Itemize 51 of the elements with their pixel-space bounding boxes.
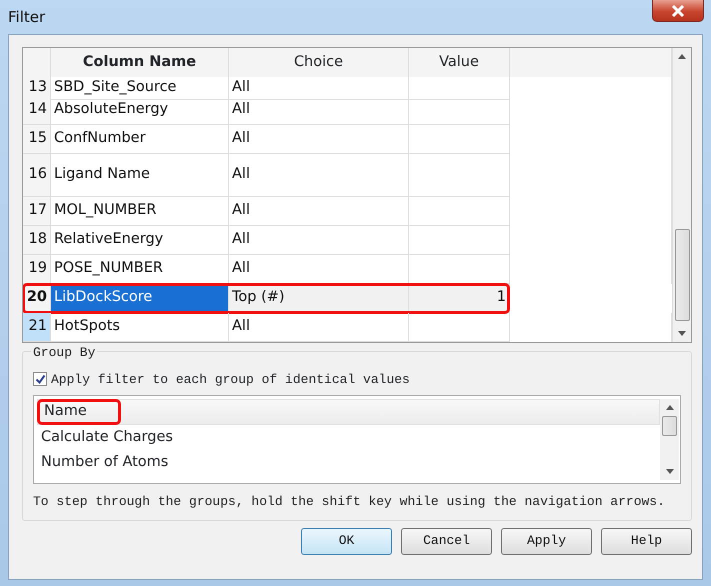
table-cell[interactable]: All <box>229 226 409 255</box>
table-cell[interactable]: MOL_NUMBER <box>51 197 229 226</box>
table-cell[interactable]: All <box>229 154 409 197</box>
column-header[interactable]: Column Name <box>51 48 229 77</box>
scroll-down-icon[interactable] <box>678 331 686 336</box>
table-cell[interactable]: RelativeEnergy <box>51 226 229 255</box>
list-header[interactable]: Name <box>38 400 120 424</box>
row-number[interactable]: 18 <box>23 226 51 255</box>
table-cell[interactable]: LibDockScore <box>51 284 229 313</box>
table-cell[interactable]: All <box>229 313 409 342</box>
scroll-up-icon[interactable] <box>678 54 686 59</box>
row-number[interactable]: 20 <box>23 284 51 313</box>
list-scrollbar[interactable] <box>660 399 679 480</box>
close-button[interactable] <box>652 0 704 22</box>
table-cell[interactable]: HotSpots <box>51 313 229 342</box>
table-cell[interactable]: All <box>229 255 409 284</box>
scroll-down-icon[interactable] <box>666 469 674 474</box>
scroll-thumb[interactable] <box>662 416 677 436</box>
row-number[interactable]: 14 <box>23 96 51 125</box>
row-number[interactable]: 21 <box>23 313 51 342</box>
window-title: Filter <box>8 7 46 28</box>
list-item[interactable]: Calculate Charges <box>37 425 660 450</box>
table-cell[interactable]: Top (#) <box>229 284 409 313</box>
list-item[interactable]: Number of Atoms <box>37 450 660 475</box>
table-cell[interactable]: Ligand Name <box>51 154 229 197</box>
row-number[interactable]: 15 <box>23 125 51 154</box>
dialog-button[interactable]: Apply <box>501 528 592 554</box>
table-cell[interactable]: All <box>229 96 409 125</box>
scrollbar[interactable] <box>672 48 691 342</box>
dialog-button[interactable]: Help <box>601 528 692 554</box>
row-number[interactable]: 19 <box>23 255 51 284</box>
dialog-button[interactable]: Cancel <box>401 528 492 554</box>
row-number[interactable]: 17 <box>23 197 51 226</box>
dialog-button[interactable]: OK <box>301 528 392 554</box>
hint-text: To step through the groups, hold the shift key while using the navigation arrows. <box>33 493 666 511</box>
table-cell[interactable]: AbsoluteEnergy <box>51 96 229 125</box>
checkbox[interactable] <box>33 372 47 386</box>
close-icon <box>671 4 685 16</box>
table-cell[interactable]: 1 <box>409 284 510 313</box>
table-cell[interactable]: All <box>229 77 409 100</box>
column-header[interactable]: Choice <box>229 48 409 77</box>
table-cell[interactable]: All <box>229 125 409 154</box>
table-cell[interactable]: ConfNumber <box>51 125 229 154</box>
row-number[interactable]: 16 <box>23 154 51 197</box>
checkbox-label: Apply filter to each group of identical values <box>51 370 410 388</box>
table-cell[interactable]: POSE_NUMBER <box>51 255 229 284</box>
scroll-up-icon[interactable] <box>666 405 674 410</box>
scroll-thumb[interactable] <box>674 229 690 321</box>
column-header[interactable]: Value <box>409 48 510 77</box>
table-cell[interactable]: All <box>229 197 409 226</box>
table-cell[interactable]: SBD_Site_Source <box>51 77 229 100</box>
